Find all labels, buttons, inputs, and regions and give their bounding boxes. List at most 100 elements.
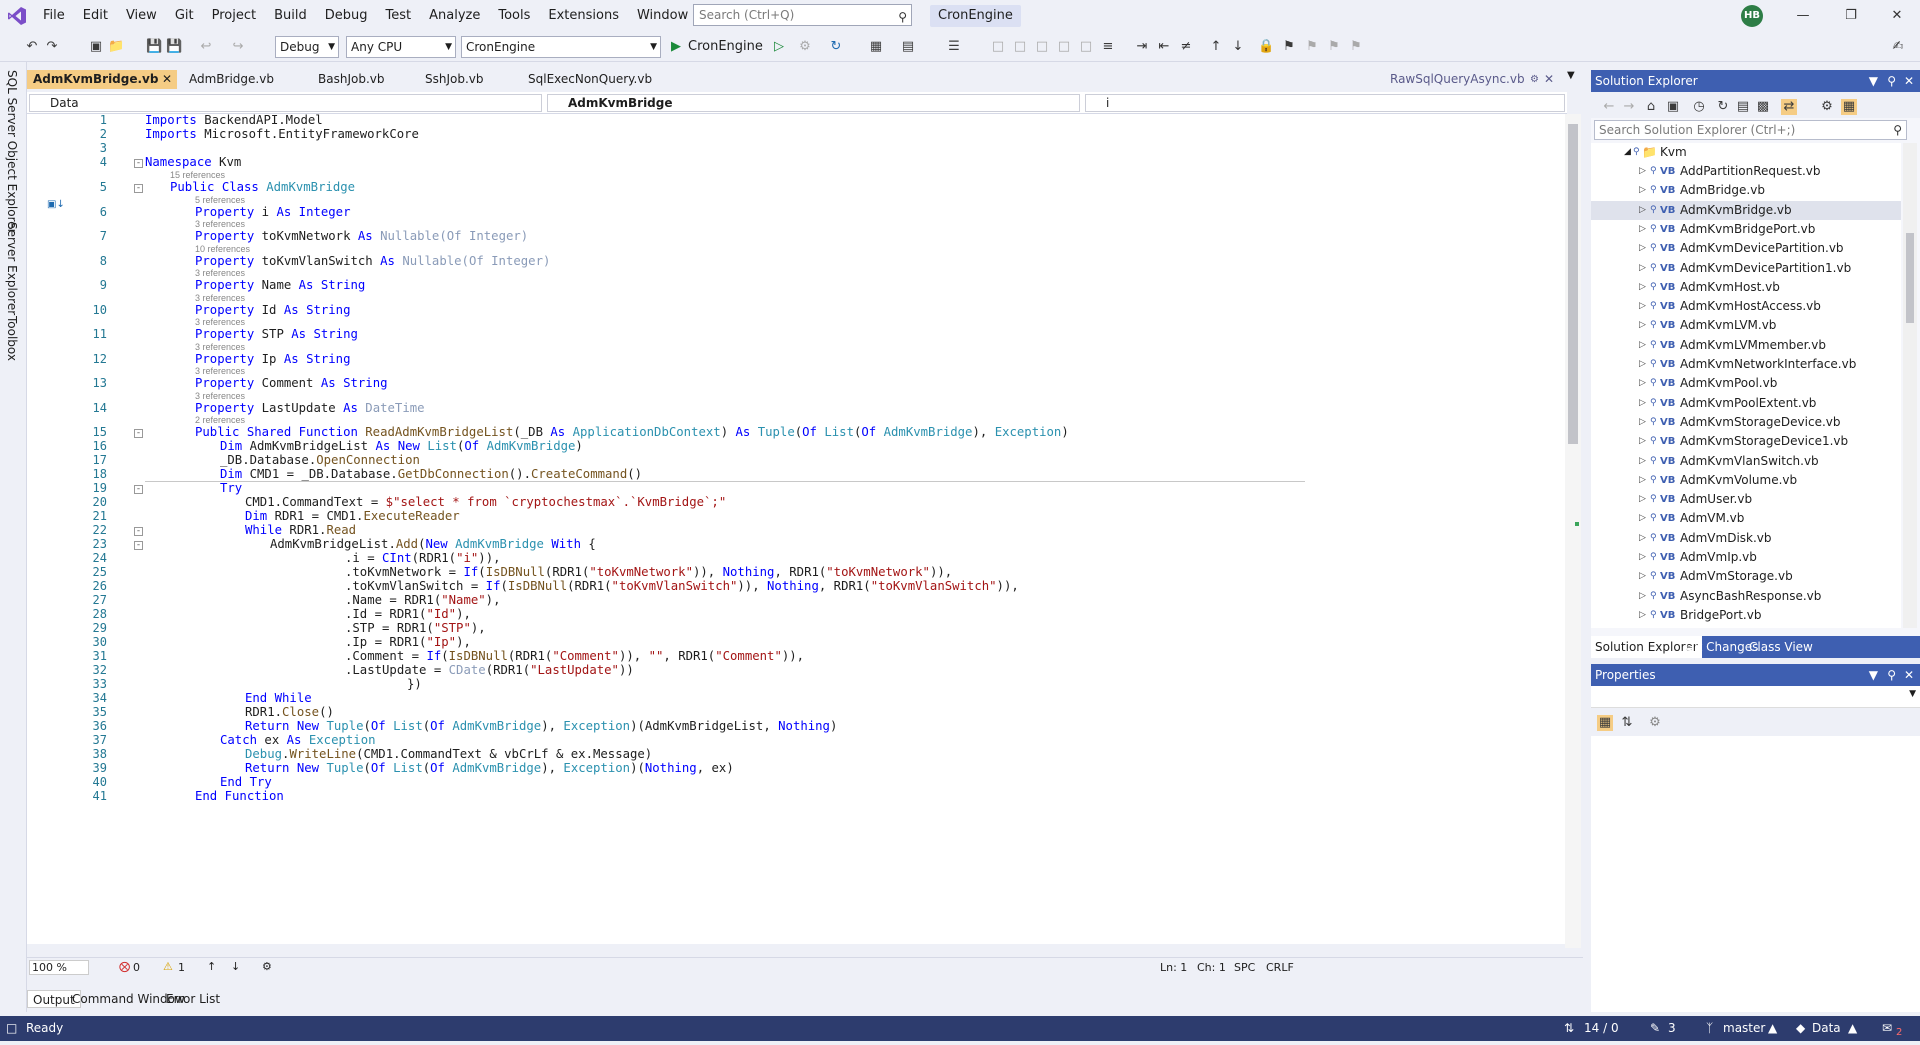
tree-file-item[interactable]: ▷ ⚲ VB AdmKvmLVMmember.vb (1591, 336, 1901, 355)
tree-file-item[interactable]: ▷ ⚲ VB AdmKvmVlanSwitch.vb (1591, 452, 1901, 471)
indent-icon[interactable]: ⇥ (1134, 39, 1150, 55)
branch-name[interactable]: master (1723, 1016, 1765, 1041)
save-icon[interactable]: 💾 (146, 39, 162, 55)
tab-sql-server-object-explorer[interactable]: SQL Server Object Explorer (5, 70, 19, 234)
tree-file-item[interactable]: ▷ ⚲ VB AdmKvmDevicePartition1.vb (1591, 259, 1901, 278)
notification-count[interactable]: 2 (1896, 1020, 1902, 1045)
home-icon[interactable]: ⌂ (1643, 99, 1659, 115)
avatar[interactable]: HB (1741, 5, 1763, 27)
arrow-down-icon[interactable]: ↓ (1230, 39, 1246, 55)
menu-edit[interactable]: Edit (74, 0, 117, 32)
expand-icon[interactable]: ▷ (1639, 452, 1646, 471)
tab-preview-rawsqlqueryasync[interactable]: RawSqlQueryAsync.vb ⚙ ✕ (1384, 70, 1559, 89)
expand-icon[interactable]: ▷ (1639, 162, 1646, 181)
expand-icon[interactable]: ▷ (1639, 625, 1646, 628)
menu-tools[interactable]: Tools (489, 0, 539, 32)
alphabetical-icon[interactable]: ⇅ (1619, 715, 1635, 731)
expand-icon[interactable]: ▷ (1639, 201, 1646, 220)
chevron-down-icon[interactable]: ▼ (1869, 70, 1878, 92)
tree-file-item[interactable]: ▷ ⚲ VB AdmKvmHostAccess.vb (1591, 297, 1901, 316)
tab-admbridge[interactable]: AdmBridge.vb (183, 70, 293, 89)
forward-icon[interactable]: → (1621, 99, 1637, 115)
close-icon[interactable]: ✕ (1874, 0, 1920, 32)
minimize-icon[interactable]: — (1780, 0, 1826, 32)
step-icon[interactable]: □ (990, 39, 1006, 55)
tree-file-item[interactable]: ▷ ⚲ VB AdmKvmNetworkInterface.vb (1591, 355, 1901, 374)
step-over-icon[interactable]: □ (1012, 39, 1028, 55)
expand-icon[interactable]: ▷ (1639, 567, 1646, 586)
menu-analyze[interactable]: Analyze (420, 0, 489, 32)
whitespace-indicator[interactable]: SPC (1234, 961, 1255, 974)
show-all-files-icon[interactable]: ▩ (1755, 99, 1771, 115)
tree-file-item[interactable]: ▷ ⚲ VB AdmKvmStorageDevice1.vb (1591, 432, 1901, 451)
tab-class-view[interactable]: Class View (1745, 636, 1817, 658)
expand-icon[interactable]: ▷ (1639, 471, 1646, 490)
fold-toggle[interactable]: - (134, 485, 143, 494)
undo-icon[interactable]: ↩ (198, 39, 214, 55)
platform-select[interactable]: Any CPU ▼ (346, 36, 456, 58)
tree-file-item[interactable]: ▷ ⚲ VB AdmVmStorage.vb (1591, 567, 1901, 586)
expand-icon[interactable]: ▷ (1639, 509, 1646, 528)
lock-icon[interactable]: 🔒 (1258, 39, 1274, 55)
property-pages-icon[interactable]: ⚙ (1647, 715, 1663, 731)
tree-file-item[interactable]: ▷ ⚲ VB AdmKvmPool.vb (1591, 374, 1901, 393)
tree-file-item[interactable]: ▷ ⚲ VB AsyncBashResponse.vb (1591, 587, 1901, 606)
type-combo[interactable]: AdmKvmBridge (547, 94, 1080, 112)
next-bookmark-icon[interactable]: ⚑ (1326, 39, 1342, 55)
step-out-icon[interactable]: □ (1034, 39, 1050, 55)
pin-icon[interactable]: ⚲ (1887, 70, 1896, 92)
expand-icon[interactable]: ▷ (1639, 181, 1646, 200)
clear-bookmarks-icon[interactable]: ⚑ (1348, 39, 1364, 55)
tab-toolbox[interactable]: Toolbox (5, 316, 19, 361)
comment-icon[interactable]: ≡ (1100, 39, 1116, 55)
warning-count[interactable]: 1 (178, 961, 185, 974)
fold-toggle[interactable]: - (134, 429, 143, 438)
codelens-references[interactable]: 10 references (195, 244, 250, 254)
tab-sshjob[interactable]: SshJob.vb (419, 70, 519, 89)
tab-sqlexecnonquery[interactable]: SqlExecNonQuery.vb (522, 70, 672, 89)
codelens-references[interactable]: 3 references (195, 342, 245, 352)
tree-file-item[interactable]: ▷ ⚲ VB AdmKvmBridgePort.vb (1591, 220, 1901, 239)
attach-icon[interactable]: ⚙ (797, 39, 813, 55)
back-icon[interactable]: ↶ (24, 39, 40, 55)
codelens-references[interactable]: 3 references (195, 317, 245, 327)
refresh-icon[interactable]: ↻ (828, 39, 844, 55)
close-icon[interactable]: ✕ (162, 70, 172, 89)
start-debug-icon[interactable]: ▶ (668, 39, 684, 55)
menu-test[interactable]: Test (377, 0, 421, 32)
object-select[interactable]: ▼ (1591, 686, 1920, 708)
menu-window[interactable]: Window (628, 0, 697, 32)
save-all-icon[interactable]: 💾 (166, 39, 182, 55)
expand-icon[interactable]: ▷ (1639, 239, 1646, 258)
codelens-references[interactable]: 3 references (195, 391, 245, 401)
properties-icon[interactable]: ⚙ (1819, 99, 1835, 115)
solution-scrollbar[interactable] (1903, 143, 1917, 628)
back-icon[interactable]: ← (1601, 99, 1617, 115)
refresh-icon[interactable]: ↻ (1715, 99, 1731, 115)
browser-icon[interactable]: ▦ (868, 39, 884, 55)
notification-icon[interactable]: ✉ (1882, 1016, 1892, 1041)
menu-project[interactable]: Project (203, 0, 265, 32)
menu-debug[interactable]: Debug (316, 0, 377, 32)
scrollbar-thumb[interactable] (1906, 233, 1914, 323)
open-folder-icon[interactable]: 📁 (108, 39, 124, 55)
tab-bashjob[interactable]: BashJob.vb (312, 70, 412, 89)
outdent-icon[interactable]: ⇤ (1156, 39, 1172, 55)
expand-icon[interactable]: ▷ (1639, 336, 1646, 355)
member-combo[interactable]: i (1085, 94, 1565, 112)
codelens-references[interactable]: 3 references (195, 219, 245, 229)
expand-icon[interactable]: ▷ (1639, 413, 1646, 432)
tree-file-item[interactable]: ▷ ⚲ VB AdmKvmDevicePartition.vb (1591, 239, 1901, 258)
close-icon[interactable]: ✕ (1544, 70, 1554, 89)
editor-scrollbar[interactable] (1565, 114, 1581, 948)
visual-studio-logo-icon[interactable] (0, 0, 34, 32)
commits-count[interactable]: 14 / 0 (1584, 1016, 1619, 1041)
breakpoint-window-icon[interactable]: □ (1056, 39, 1072, 55)
prev-issue-icon[interactable]: ↑ (207, 960, 216, 973)
next-issue-icon[interactable]: ↓ (231, 960, 240, 973)
expand-icon[interactable]: ▷ (1639, 490, 1646, 509)
fold-toggle[interactable]: - (134, 159, 143, 168)
expand-icon[interactable]: ▷ (1639, 432, 1646, 451)
watch-icon[interactable]: □ (1078, 39, 1094, 55)
codelens-references[interactable]: 3 references (195, 293, 245, 303)
